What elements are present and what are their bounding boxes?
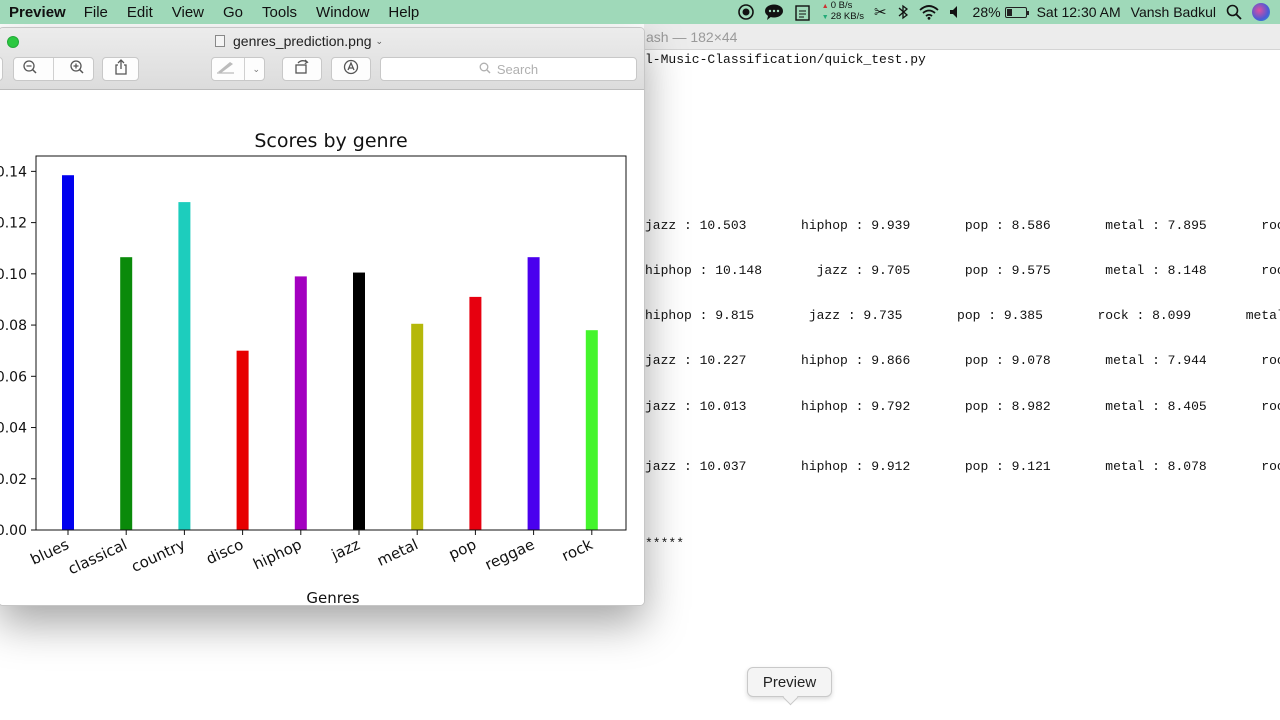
- chevron-down-icon[interactable]: ⌄: [376, 36, 384, 47]
- bar-metal: [411, 323, 424, 530]
- preview-titlebar[interactable]: genres_prediction.png ⌄ ⌄ Search: [0, 28, 644, 90]
- search-icon: [479, 62, 491, 77]
- chat-icon[interactable]: [764, 4, 784, 20]
- y-tick-label: 0.02: [0, 472, 27, 488]
- rotate-button[interactable]: [282, 57, 322, 81]
- zoom-in-icon[interactable]: [69, 59, 85, 80]
- bar-hiphop: [294, 276, 307, 530]
- battery-level: [1006, 8, 1013, 16]
- battery-status[interactable]: 28%: [972, 4, 1029, 20]
- share-icon: [114, 58, 128, 80]
- terminal-row: jazz : 10.037 hiphop : 9.912 pop : 9.121…: [645, 459, 1280, 474]
- terminal-stars: *****: [645, 536, 685, 551]
- annotate-icon: [343, 59, 359, 80]
- image-canvas: Scores by genre 0.00 0.02 0.04 0.06 0.08 0.10 0…: [0, 91, 644, 606]
- terminal-title[interactable]: ash — 182×44: [644, 24, 1280, 50]
- menu-bar: Preview File Edit View Go Tools Window H…: [0, 0, 1280, 24]
- bar-rock: [585, 330, 598, 530]
- network-monitor[interactable]: 0 B/s 28 KB/s: [822, 1, 864, 23]
- preview-window: genres_prediction.png ⌄ ⌄ Search Scores …: [0, 27, 645, 606]
- y-tick-label: 0.04: [0, 421, 27, 437]
- sidebar-button[interactable]: [0, 57, 3, 81]
- menu-view[interactable]: View: [172, 4, 204, 21]
- scissors-icon[interactable]: ✂: [874, 3, 887, 21]
- y-tick-label: 0.00: [0, 523, 27, 539]
- terminal-row: hiphop : 10.148 jazz : 9.705 pop : 9.575…: [645, 263, 1280, 278]
- y-tick-label: 0.10: [0, 267, 27, 283]
- share-button[interactable]: [102, 57, 139, 81]
- terminal-row: jazz : 10.227 hiphop : 9.866 pop : 9.078…: [645, 353, 1280, 368]
- x-tick-label: rock: [559, 535, 596, 565]
- y-tick-label: 0.14: [0, 164, 27, 180]
- document-icon: [215, 35, 225, 47]
- x-tick-label: jazz: [328, 535, 363, 564]
- zoom-window-button[interactable]: [7, 36, 19, 48]
- x-tick-label: country: [128, 535, 188, 576]
- battery-percent: 28%: [972, 4, 1001, 20]
- x-tick-label: classical: [65, 535, 130, 578]
- x-axis-label: Genres: [306, 589, 359, 606]
- bar-blues: [62, 175, 74, 530]
- menu-tools[interactable]: Tools: [262, 4, 297, 21]
- terminal-path: l-Music-Classification/quick_test.py: [645, 52, 926, 67]
- battery-icon: [1004, 6, 1029, 18]
- x-tick-label: metal: [374, 535, 421, 570]
- terminal-row: jazz : 10.013 hiphop : 9.792 pop : 8.982…: [645, 399, 1280, 414]
- y-tick-label: 0.06: [0, 369, 27, 385]
- x-tick-label: hiphop: [250, 535, 304, 573]
- bar-pop: [469, 296, 482, 530]
- wifi-icon[interactable]: [918, 4, 939, 20]
- y-tick-label: 0.12: [0, 216, 27, 232]
- user-name[interactable]: Vansh Badkul: [1131, 4, 1216, 20]
- record-icon[interactable]: [737, 4, 754, 20]
- clipboard-icon[interactable]: [794, 3, 812, 21]
- document-title[interactable]: genres_prediction.png ⌄: [215, 33, 383, 49]
- menu-help[interactable]: Help: [388, 4, 419, 21]
- x-tick-label: pop: [446, 535, 479, 563]
- spotlight-icon[interactable]: [1226, 4, 1242, 20]
- document-filename: genres_prediction.png: [233, 33, 372, 49]
- chart-title: Scores by genre: [254, 130, 407, 152]
- rotate-icon: [293, 59, 311, 80]
- divider: [52, 58, 54, 80]
- annotate-button[interactable]: [331, 57, 371, 81]
- y-tick-label: 0.08: [0, 318, 27, 334]
- dock-tooltip: Preview: [747, 667, 832, 697]
- search-field[interactable]: Search: [380, 57, 637, 81]
- bar-reggae: [527, 257, 540, 530]
- bar-chart: Scores by genre 0.00 0.02 0.04 0.06 0.08 0.10 0…: [0, 130, 627, 606]
- x-tick-label: disco: [203, 535, 246, 568]
- bar-country: [178, 202, 191, 530]
- bluetooth-icon[interactable]: [897, 4, 909, 20]
- terminal-row: hiphop : 9.815 jazz : 9.735 pop : 9.385 …: [645, 308, 1280, 323]
- x-tick-label: reggae: [482, 535, 537, 574]
- clock[interactable]: Sat 12:30 AM: [1037, 4, 1121, 20]
- pen-icon: [216, 60, 236, 79]
- search-placeholder: Search: [496, 61, 539, 77]
- volume-icon[interactable]: [949, 5, 963, 19]
- zoom-out-icon[interactable]: [22, 59, 38, 80]
- bar-classical: [120, 257, 133, 530]
- chevron-down-icon[interactable]: ⌄: [253, 64, 261, 75]
- network-down: 28 KB/s: [822, 12, 864, 23]
- menu-window[interactable]: Window: [316, 4, 369, 21]
- siri-icon[interactable]: [1252, 3, 1270, 21]
- terminal-row: jazz : 10.503 hiphop : 9.939 pop : 8.586…: [645, 218, 1280, 233]
- bar-jazz: [353, 272, 365, 530]
- divider: [243, 58, 245, 80]
- markup-button[interactable]: ⌄: [211, 57, 265, 81]
- menu-file[interactable]: File: [84, 4, 108, 21]
- menu-go[interactable]: Go: [223, 4, 243, 21]
- bar-disco: [236, 350, 249, 530]
- zoom-buttons[interactable]: [13, 57, 94, 81]
- menu-edit[interactable]: Edit: [127, 4, 153, 21]
- app-menu[interactable]: Preview: [9, 4, 66, 21]
